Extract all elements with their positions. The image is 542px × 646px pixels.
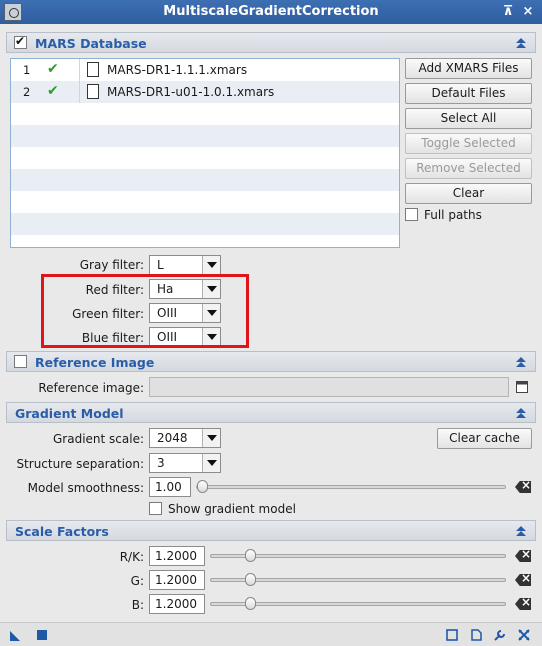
scale-factor-rk-input[interactable]: 1.2000 bbox=[149, 546, 205, 566]
list-item[interactable]: 1 ✔ MARS-DR1-1.1.1.xmars bbox=[11, 59, 399, 81]
show-gradient-model-label: Show gradient model bbox=[168, 502, 296, 516]
preview-icon[interactable] bbox=[446, 629, 458, 641]
reference-image-checkbox[interactable] bbox=[14, 355, 27, 368]
full-paths-checkbox[interactable] bbox=[405, 208, 418, 221]
reset-icon[interactable] bbox=[515, 598, 531, 610]
scale-factors-title: Scale Factors bbox=[15, 524, 109, 539]
title-bar[interactable]: MultiscaleGradientCorrection ⊼ × bbox=[0, 0, 542, 24]
document-icon bbox=[87, 84, 99, 99]
structure-separation-label: Structure separation: bbox=[16, 457, 144, 471]
model-smoothness-value: 1.00 bbox=[155, 480, 182, 494]
structure-separation-select[interactable]: 3 bbox=[149, 453, 221, 473]
gray-filter-select[interactable]: L bbox=[149, 255, 221, 275]
gradient-scale-select[interactable]: 2048 bbox=[149, 428, 221, 448]
chevron-down-icon[interactable] bbox=[202, 256, 220, 274]
slider-handle[interactable] bbox=[197, 480, 208, 493]
shade-icon[interactable]: ⊼ bbox=[500, 4, 516, 20]
new-instance-icon[interactable] bbox=[10, 629, 22, 641]
gradient-model-header[interactable]: Gradient Model bbox=[6, 402, 536, 423]
enabled-check-icon[interactable]: ✔ bbox=[47, 61, 59, 77]
mars-database-checkbox[interactable] bbox=[14, 34, 27, 49]
empty-row bbox=[11, 103, 399, 125]
scale-factor-g-value: 1.2000 bbox=[155, 573, 197, 587]
window-title: MultiscaleGradientCorrection bbox=[163, 4, 379, 19]
enabled-check-icon[interactable]: ✔ bbox=[47, 83, 59, 99]
gradient-model-title: Gradient Model bbox=[15, 406, 124, 421]
clear-cache-button[interactable]: Clear cache bbox=[437, 428, 532, 449]
scale-factors-header[interactable]: Scale Factors bbox=[6, 520, 536, 541]
scale-factor-b-slider[interactable] bbox=[210, 594, 506, 614]
reset-all-icon[interactable] bbox=[518, 629, 530, 641]
chevron-up-icon[interactable] bbox=[515, 37, 527, 49]
reference-image-title: Reference Image bbox=[35, 355, 155, 370]
empty-row bbox=[11, 169, 399, 191]
mars-database-header[interactable]: MARS Database bbox=[6, 32, 536, 53]
window-select-icon[interactable] bbox=[516, 381, 528, 393]
select-all-button[interactable]: Select All bbox=[405, 108, 532, 129]
gradient-scale-label: Gradient scale: bbox=[52, 432, 144, 446]
show-gradient-model-checkbox[interactable] bbox=[149, 502, 162, 515]
file-list[interactable]: 1 ✔ MARS-DR1-1.1.1.xmars 2 ✔ MARS-DR1-u0… bbox=[10, 58, 400, 248]
empty-row bbox=[11, 125, 399, 147]
reference-image-field[interactable] bbox=[149, 377, 509, 397]
model-smoothness-input[interactable]: 1.00 bbox=[149, 477, 191, 497]
file-name: MARS-DR1-u01-1.0.1.xmars bbox=[107, 85, 275, 99]
scale-factor-b-label: B: bbox=[131, 598, 144, 612]
gray-filter-label: Gray filter: bbox=[79, 258, 144, 272]
chevron-down-icon[interactable] bbox=[202, 454, 220, 472]
scale-factor-rk-slider[interactable] bbox=[210, 546, 506, 566]
document-icon[interactable] bbox=[470, 629, 482, 641]
file-index: 2 bbox=[23, 85, 31, 99]
reset-icon[interactable] bbox=[515, 481, 531, 493]
file-name: MARS-DR1-1.1.1.xmars bbox=[107, 63, 248, 77]
slider-handle[interactable] bbox=[245, 597, 257, 610]
model-smoothness-label: Model smoothness: bbox=[27, 481, 144, 495]
add-xmars-files-button[interactable]: Add XMARS Files bbox=[405, 58, 532, 79]
scale-factor-g-label: G: bbox=[130, 574, 144, 588]
highlight-box bbox=[41, 274, 249, 348]
scale-factor-b-value: 1.2000 bbox=[155, 597, 197, 611]
toggle-selected-button[interactable]: Toggle Selected bbox=[405, 133, 532, 154]
reset-icon[interactable] bbox=[515, 550, 531, 562]
chevron-down-icon[interactable] bbox=[202, 429, 220, 447]
scale-factor-g-input[interactable]: 1.2000 bbox=[149, 570, 205, 590]
document-icon bbox=[87, 62, 99, 77]
remove-selected-button[interactable]: Remove Selected bbox=[405, 158, 532, 179]
reference-image-header[interactable]: Reference Image bbox=[6, 351, 536, 372]
gray-filter-value: L bbox=[157, 258, 164, 272]
empty-row bbox=[11, 147, 399, 169]
scale-factor-b-input[interactable]: 1.2000 bbox=[149, 594, 205, 614]
default-files-button[interactable]: Default Files bbox=[405, 83, 532, 104]
chevron-up-icon[interactable] bbox=[515, 407, 527, 419]
empty-row bbox=[11, 213, 399, 235]
reset-icon[interactable] bbox=[515, 574, 531, 586]
mars-database-title: MARS Database bbox=[35, 36, 147, 51]
structure-separation-value: 3 bbox=[157, 456, 165, 470]
file-index: 1 bbox=[23, 63, 31, 77]
scale-factor-g-slider[interactable] bbox=[210, 570, 506, 590]
apply-global-icon[interactable] bbox=[36, 629, 48, 641]
clear-button[interactable]: Clear bbox=[405, 183, 532, 204]
empty-row bbox=[11, 191, 399, 213]
slider-handle[interactable] bbox=[245, 573, 257, 586]
scale-factor-rk-value: 1.2000 bbox=[155, 549, 197, 563]
slider-handle[interactable] bbox=[245, 549, 257, 562]
chevron-up-icon[interactable] bbox=[515, 525, 527, 537]
chevron-up-icon[interactable] bbox=[515, 356, 527, 368]
list-item[interactable]: 2 ✔ MARS-DR1-u01-1.0.1.xmars bbox=[11, 81, 399, 103]
scale-factor-rk-label: R/K: bbox=[119, 550, 144, 564]
close-icon[interactable]: × bbox=[520, 4, 536, 20]
model-smoothness-slider[interactable] bbox=[196, 477, 506, 497]
reference-image-label: Reference image: bbox=[38, 381, 144, 395]
gradient-scale-value: 2048 bbox=[157, 431, 188, 445]
full-paths-label: Full paths bbox=[424, 208, 482, 222]
wrench-icon[interactable] bbox=[494, 629, 506, 641]
bottom-toolbar bbox=[0, 622, 542, 646]
